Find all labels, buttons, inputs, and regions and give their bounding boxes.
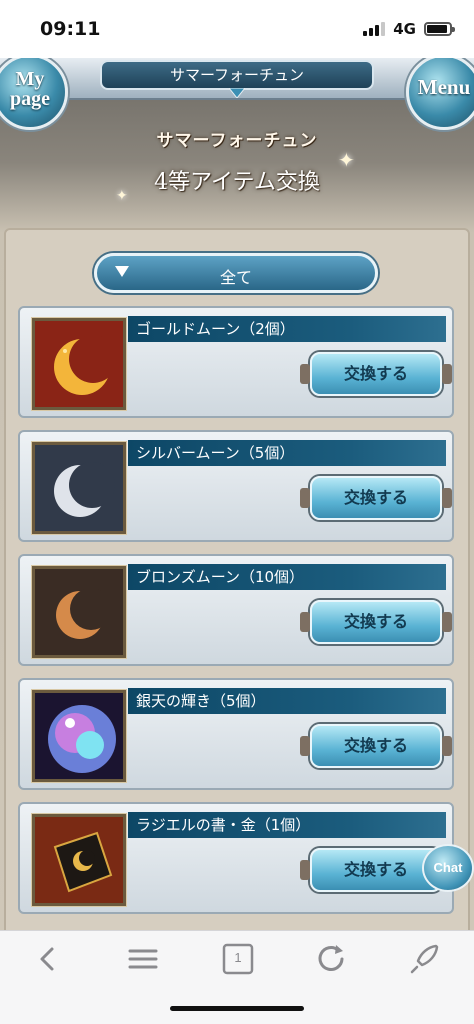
sparkle-icon: ✦ [338,148,355,172]
exchange-button[interactable]: 交換する [300,724,452,768]
chat-button[interactable]: Chat [422,844,474,892]
raziel-book-gold-icon [32,814,126,906]
list-item: 銀天の輝き（5個） 交換する [18,678,454,790]
tab-count: 1 [234,950,242,965]
exchange-button[interactable]: 交換する [300,352,452,396]
battery-icon [424,22,455,36]
status-bar: 09:11 4G [0,0,474,58]
event-title-plate: サマーフォーチュン [100,60,374,90]
status-indicators: 4G [363,20,455,38]
back-icon[interactable] [28,943,68,975]
menu-lines-icon[interactable] [122,943,162,975]
mypage-label-line2: page [10,88,50,110]
list-item: ラジエルの書・金（1個） 交換する [18,802,454,914]
event-logo: サマーフォーチュン [156,131,318,151]
exchange-button[interactable]: 交換する [300,476,452,520]
menu-button[interactable]: Menu [406,58,474,130]
silver-heaven-orb-icon [32,690,126,782]
filter-dropdown[interactable]: 全て [94,253,378,293]
game-area: サマーフォーチュン My page Menu サマーフォーチュン 4等アイテム交… [0,58,474,930]
bronze-moon-icon [32,566,126,658]
silver-moon-icon [32,442,126,534]
status-time: 09:11 [40,18,101,40]
network-label: 4G [393,20,416,38]
list-item: ブロンズムーン（10個） 交換する [18,554,454,666]
diamond-ornament-icon [229,88,245,98]
item-name: ラジエルの書・金（1個） [128,812,446,838]
list-item: ゴールドムーン（2個） 交換する [18,306,454,418]
item-name: ブロンズムーン（10個） [128,564,446,590]
item-name: 銀天の輝き（5個） [128,688,446,714]
item-name: ゴールドムーン（2個） [128,316,446,342]
signal-icon [363,22,386,36]
mypage-button[interactable]: My page [0,58,68,130]
filter-label: 全て [219,268,252,287]
top-frame: サマーフォーチュン [0,58,474,100]
tabs-button[interactable]: 1 [218,943,258,975]
rocket-icon[interactable] [406,943,446,975]
gold-moon-icon [32,318,126,410]
home-indicator [170,1006,304,1011]
page-title: 4等アイテム交換 [154,170,320,195]
reload-icon[interactable] [312,943,352,975]
list-item: シルバームーン（5個） 交換する [18,430,454,542]
exchange-button[interactable]: 交換する [300,600,452,644]
item-name: シルバームーン（5個） [128,440,446,466]
mypage-label-line1: My [15,68,45,90]
menu-label: Menu [417,75,471,99]
sparkle-icon: ✦ [116,188,128,204]
